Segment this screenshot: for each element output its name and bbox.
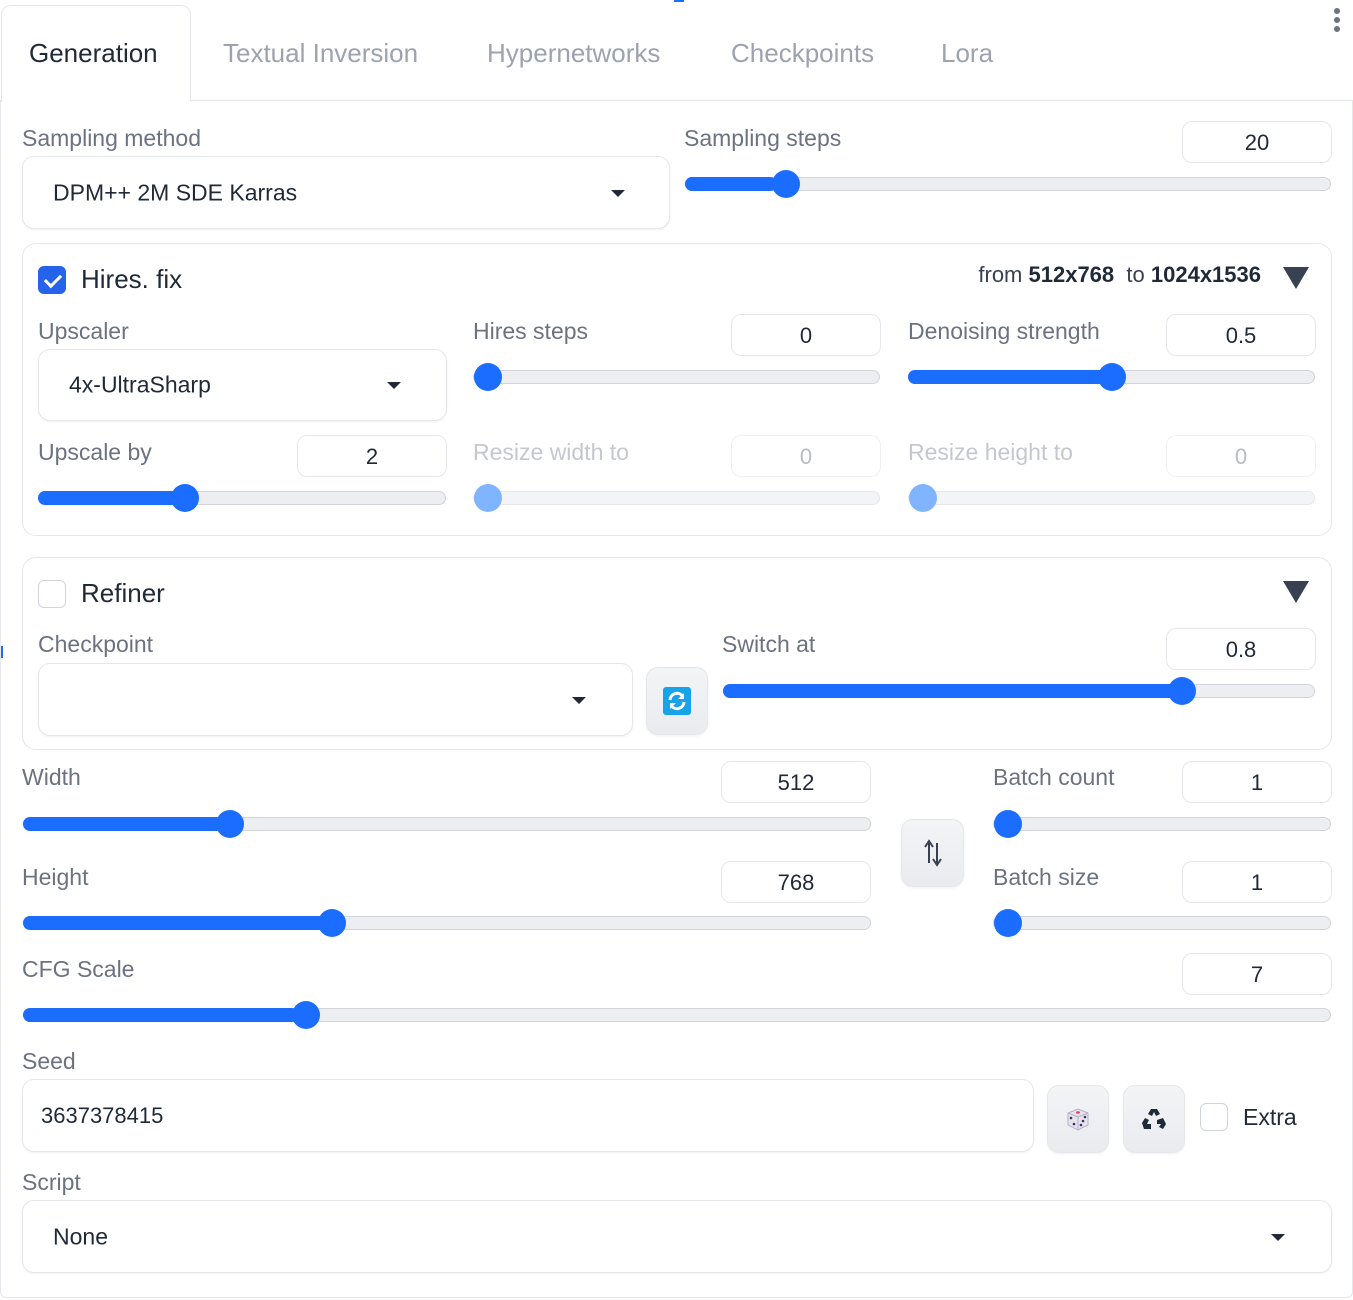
upscaler-value: 4x-UltraSharp bbox=[69, 371, 211, 398]
width-label: Width bbox=[22, 764, 81, 790]
slider-thumb[interactable] bbox=[474, 363, 502, 391]
seed-label: Seed bbox=[22, 1048, 76, 1074]
script-label: Script bbox=[22, 1169, 81, 1195]
chevron-down-icon bbox=[572, 696, 586, 704]
tab-hypernetworks[interactable]: Hypernetworks bbox=[487, 38, 660, 69]
chevron-down-icon bbox=[611, 189, 625, 197]
hires-steps-input[interactable]: 0 bbox=[731, 314, 881, 356]
hires-fix-checkbox[interactable] bbox=[38, 266, 66, 294]
switch-at-input[interactable]: 0.8 bbox=[1166, 628, 1316, 670]
hires-to-text: to bbox=[1126, 262, 1145, 287]
height-input[interactable]: 768 bbox=[721, 861, 871, 903]
batch-size-slider[interactable] bbox=[993, 909, 1331, 937]
hires-fix-title: Hires. fix bbox=[81, 264, 183, 294]
hires-from-text: from bbox=[978, 262, 1023, 287]
denoising-strength-slider[interactable] bbox=[908, 363, 1315, 391]
height-slider[interactable] bbox=[23, 909, 871, 937]
resize-width-slider[interactable] bbox=[473, 484, 880, 512]
kebab-menu-icon[interactable] bbox=[1330, 8, 1344, 34]
sampling-steps-label: Sampling steps bbox=[684, 125, 842, 151]
slider-thumb[interactable] bbox=[994, 810, 1022, 838]
refresh-icon bbox=[663, 687, 691, 715]
upscale-by-slider[interactable] bbox=[38, 484, 446, 512]
tab-lora[interactable]: Lora bbox=[941, 38, 993, 69]
width-slider[interactable] bbox=[23, 810, 871, 838]
tab-bar-divider bbox=[190, 100, 1353, 101]
chevron-down-icon bbox=[387, 382, 401, 389]
recycle-icon bbox=[1142, 1109, 1166, 1129]
seed-value: 3637378415 bbox=[41, 1102, 164, 1128]
seed-input[interactable]: 3637378415 bbox=[22, 1079, 1034, 1152]
hires-fix-size-info: from 512x768 to 1024x1536 bbox=[978, 262, 1261, 288]
hires-steps-label: Hires steps bbox=[473, 318, 589, 344]
sampling-steps-input[interactable]: 20 bbox=[1182, 121, 1332, 163]
height-label: Height bbox=[22, 864, 89, 890]
slider-thumb[interactable] bbox=[909, 484, 937, 512]
tab-generation[interactable]: Generation bbox=[29, 38, 158, 69]
slider-thumb[interactable] bbox=[474, 484, 502, 512]
sampling-method-label: Sampling method bbox=[22, 125, 201, 151]
random-seed-button[interactable] bbox=[1047, 1085, 1109, 1153]
cfg-scale-input[interactable]: 7 bbox=[1182, 953, 1332, 995]
hires-to-size: 1024x1536 bbox=[1150, 262, 1261, 287]
batch-count-input[interactable]: 1 bbox=[1182, 761, 1332, 803]
refiner-checkpoint-dropdown[interactable] bbox=[38, 663, 633, 736]
resize-width-label: Resize width to bbox=[473, 439, 629, 465]
tab-textual-inversion[interactable]: Textual Inversion bbox=[223, 38, 418, 69]
resize-height-label: Resize height to bbox=[908, 439, 1073, 465]
slider-thumb[interactable] bbox=[994, 909, 1022, 937]
denoising-strength-input[interactable]: 0.5 bbox=[1166, 314, 1316, 356]
extra-seed-checkbox[interactable] bbox=[1200, 1103, 1228, 1131]
checkpoint-label: Checkpoint bbox=[38, 631, 154, 657]
script-dropdown[interactable]: None bbox=[22, 1200, 1332, 1273]
refresh-checkpoints-button[interactable] bbox=[646, 667, 708, 735]
extra-label: Extra bbox=[1243, 1104, 1297, 1130]
slider-thumb[interactable] bbox=[1097, 363, 1126, 391]
hires-from-size: 512x768 bbox=[1028, 262, 1115, 287]
denoising-strength-label: Denoising strength bbox=[908, 318, 1100, 344]
reuse-seed-button[interactable] bbox=[1123, 1085, 1185, 1153]
refiner-collapse-icon[interactable] bbox=[1283, 581, 1309, 603]
refiner-checkbox[interactable] bbox=[38, 580, 66, 608]
swap-dimensions-button[interactable] bbox=[901, 819, 964, 887]
batch-count-slider[interactable] bbox=[993, 810, 1331, 838]
hires-steps-slider[interactable] bbox=[473, 363, 880, 391]
batch-size-label: Batch size bbox=[993, 864, 1100, 890]
batch-count-label: Batch count bbox=[993, 764, 1115, 790]
switch-at-slider[interactable] bbox=[723, 677, 1315, 705]
slider-thumb[interactable] bbox=[1167, 677, 1196, 705]
batch-size-input[interactable]: 1 bbox=[1182, 861, 1332, 903]
switch-at-label: Switch at bbox=[722, 631, 816, 657]
hires-fix-collapse-icon[interactable] bbox=[1283, 267, 1309, 289]
resize-height-input[interactable]: 0 bbox=[1166, 435, 1316, 477]
chevron-down-icon bbox=[1271, 1233, 1285, 1241]
tab-checkpoints[interactable]: Checkpoints bbox=[731, 38, 874, 69]
width-input[interactable]: 512 bbox=[721, 761, 871, 803]
resize-height-slider[interactable] bbox=[908, 484, 1315, 512]
cfg-scale-slider[interactable] bbox=[23, 1001, 1331, 1029]
sampling-method-dropdown[interactable]: DPM++ 2M SDE Karras bbox=[22, 156, 670, 229]
sampling-method-value: DPM++ 2M SDE Karras bbox=[53, 179, 298, 205]
edge-mark-top bbox=[674, 0, 684, 2]
dice-icon bbox=[1067, 1108, 1089, 1131]
swap-dimensions-icon bbox=[923, 839, 942, 867]
upscale-by-label: Upscale by bbox=[38, 439, 152, 465]
resize-width-input[interactable]: 0 bbox=[731, 435, 881, 477]
refiner-title: Refiner bbox=[81, 578, 165, 608]
cfg-scale-label: CFG Scale bbox=[22, 956, 135, 982]
upscale-by-input[interactable]: 2 bbox=[297, 435, 447, 477]
script-value: None bbox=[53, 1223, 108, 1249]
sampling-steps-slider[interactable] bbox=[685, 170, 1331, 198]
upscaler-dropdown[interactable]: 4x-UltraSharp bbox=[38, 349, 447, 421]
upscaler-label: Upscaler bbox=[38, 318, 129, 344]
